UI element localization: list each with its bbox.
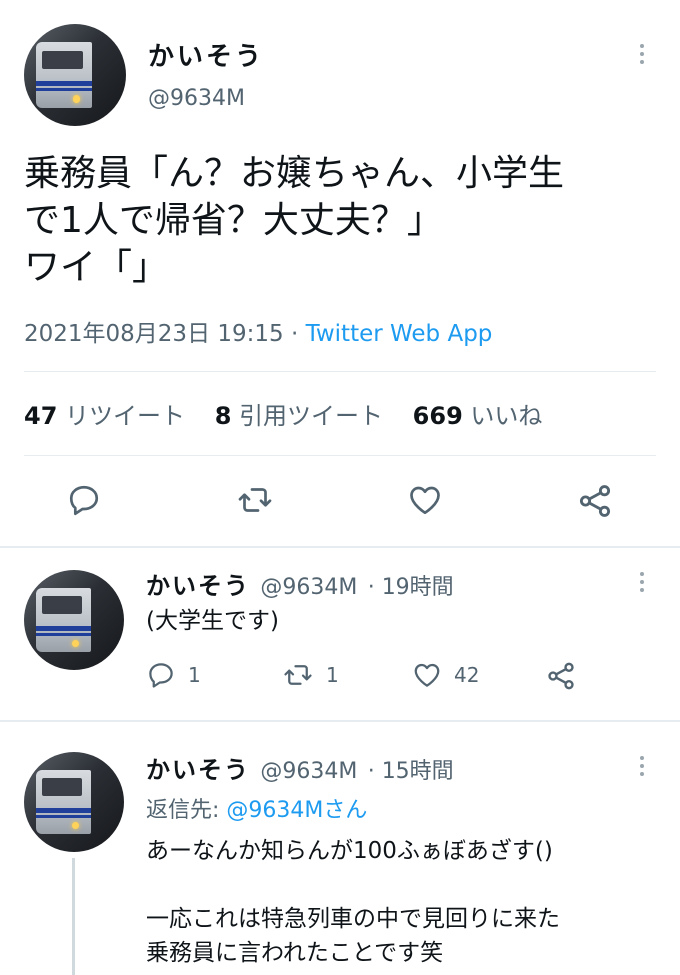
reply-icon — [69, 485, 99, 516]
retweet-count: 1 — [326, 663, 339, 687]
user-handle[interactable]: @9634M — [260, 759, 357, 784]
meta-separator: · — [290, 321, 299, 347]
reply-time[interactable]: · 15時間 — [368, 759, 454, 784]
retweet-button[interactable] — [236, 482, 274, 518]
tweet-text: 乗務員「ん？お嬢ちゃん、小学生 で1人で帰省？大丈夫？」 ワイ「」 — [24, 153, 565, 288]
share-button[interactable] — [545, 660, 577, 692]
quote-label[interactable]: 引用ツイート — [239, 402, 383, 430]
avatar[interactable] — [24, 570, 124, 670]
reply-author[interactable]: かいそう @9634M · 15時間 — [146, 750, 454, 785]
reply-author[interactable]: かいそう @9634M · 19時間 — [146, 566, 454, 601]
like-icon — [414, 663, 440, 687]
retweet-icon — [284, 665, 312, 685]
thread-line — [72, 858, 75, 975]
display-name[interactable]: かいそう — [146, 572, 250, 600]
retweet-icon — [238, 488, 272, 512]
reply-count: 1 — [188, 663, 201, 687]
share-icon — [579, 485, 611, 517]
user-handle[interactable]: @9634M — [260, 575, 357, 600]
like-button[interactable] — [407, 482, 443, 518]
tweet-source-link[interactable]: Twitter Web App — [306, 321, 493, 347]
retweet-button[interactable]: 1 — [282, 660, 339, 690]
share-button[interactable] — [576, 482, 614, 520]
reply-button[interactable]: 1 — [146, 660, 201, 690]
reply-text: あーなんか知らんが100ふぁぼあざす() 一応これは特急列車の中で見回りに来た … — [146, 838, 560, 966]
avatar[interactable] — [24, 752, 124, 852]
replying-label: 返信先: — [146, 798, 227, 823]
like-label[interactable]: いいね — [470, 402, 542, 430]
avatar[interactable] — [24, 24, 126, 126]
reply-icon — [149, 663, 173, 688]
divider — [0, 720, 680, 722]
replying-to: 返信先: @9634Mさん — [146, 792, 367, 824]
more-options-icon[interactable] — [639, 572, 645, 596]
reply-button[interactable] — [66, 482, 102, 518]
display-name[interactable]: かいそう — [148, 36, 264, 73]
divider — [24, 455, 656, 456]
tweet-meta: 2021年08月23日 19:15 · Twitter Web App — [24, 314, 492, 348]
reply-time[interactable]: · 19時間 — [368, 575, 454, 600]
like-icon — [410, 486, 440, 515]
divider — [24, 371, 656, 372]
share-icon — [548, 662, 574, 690]
display-name[interactable]: かいそう — [146, 756, 250, 784]
like-button[interactable]: 42 — [412, 660, 479, 690]
replying-to-link[interactable]: @9634Mさん — [226, 798, 367, 823]
reply-text: (大学生です) — [146, 608, 279, 634]
more-options-icon[interactable] — [639, 756, 645, 780]
like-count: 42 — [454, 663, 480, 687]
tweet-timestamp[interactable]: 2021年08月23日 19:15 — [24, 321, 284, 347]
retweet-label[interactable]: リツイート — [65, 402, 185, 430]
tweet-stats: 47 リツイート 8 引用ツイート 669 いいね — [24, 396, 564, 431]
like-count[interactable]: 669 — [413, 402, 463, 430]
retweet-count[interactable]: 47 — [24, 402, 57, 430]
quote-count[interactable]: 8 — [215, 402, 232, 430]
divider — [0, 546, 680, 548]
user-handle[interactable]: @9634M — [148, 86, 245, 111]
more-options-icon[interactable] — [639, 44, 645, 68]
